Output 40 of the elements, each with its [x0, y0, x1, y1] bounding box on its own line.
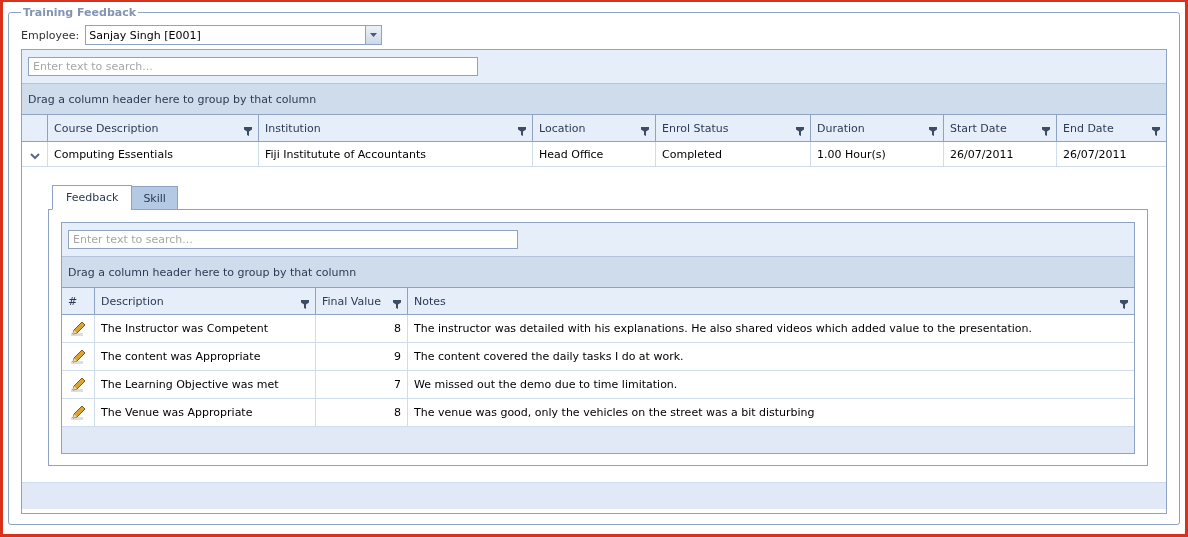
table-cell: Computing Essentials: [48, 142, 259, 167]
field-label: Employee:: [21, 28, 80, 42]
column-header[interactable]: Notes: [408, 288, 1134, 314]
column-header[interactable]: Course Description: [48, 115, 259, 141]
column-header[interactable]: End Date: [1057, 115, 1166, 141]
table-cell: 9: [316, 343, 408, 371]
table-cell: 7: [316, 371, 408, 399]
table-cell: The content was Appropriate: [95, 343, 316, 371]
table-cell: Fiji Institutute of Accountants: [259, 142, 533, 167]
column-header[interactable]: Final Value: [316, 288, 408, 314]
table-cell: We missed out the demo due to time limitation.: [408, 371, 1134, 399]
table-cell: Head Office: [533, 142, 656, 167]
column-header[interactable]: Institution: [259, 115, 533, 141]
search-field[interactable]: Enter text to search...: [68, 230, 518, 249]
table-cell: 1.00 Hour(s): [811, 142, 944, 167]
tab[interactable]: Feedback: [52, 185, 133, 210]
panel-title: Training Feedback: [22, 6, 138, 19]
column-header[interactable]: Duration: [811, 115, 944, 141]
table-cell: The Learning Objective was met: [95, 371, 316, 399]
column-header[interactable]: Description: [95, 288, 316, 314]
table-cell: The Instructor was Competent: [95, 315, 316, 343]
search-field[interactable]: Enter text to search...: [28, 57, 478, 76]
pencil-icon[interactable]: [70, 348, 86, 365]
pencil-icon[interactable]: [70, 376, 86, 393]
column-header[interactable]: Enrol Status: [656, 115, 811, 141]
tab[interactable]: Skill: [131, 186, 178, 210]
employee-dropdown[interactable]: Sanjay Singh [E001]: [85, 25, 383, 45]
table-cell: 26/07/2011: [1057, 142, 1166, 167]
pencil-icon[interactable]: [70, 404, 86, 421]
table-cell: Completed: [656, 142, 811, 167]
table-cell: The content covered the daily tasks I do at work.: [408, 343, 1134, 371]
pencil-icon[interactable]: [70, 320, 86, 337]
column-header[interactable]: Start Date: [944, 115, 1057, 141]
group-panel-hint: Drag a column header here to group by that column: [68, 265, 357, 279]
group-panel-hint: Drag a column header here to group by that column: [28, 92, 317, 106]
table-cell: 26/07/2011: [944, 142, 1057, 167]
table-cell: 8: [316, 315, 408, 343]
column-header[interactable]: #: [62, 288, 95, 314]
table-cell: The instructor was detailed with his explanations. He also shared videos which added value to the presentation.: [408, 315, 1134, 343]
column-header[interactable]: Location: [533, 115, 656, 141]
